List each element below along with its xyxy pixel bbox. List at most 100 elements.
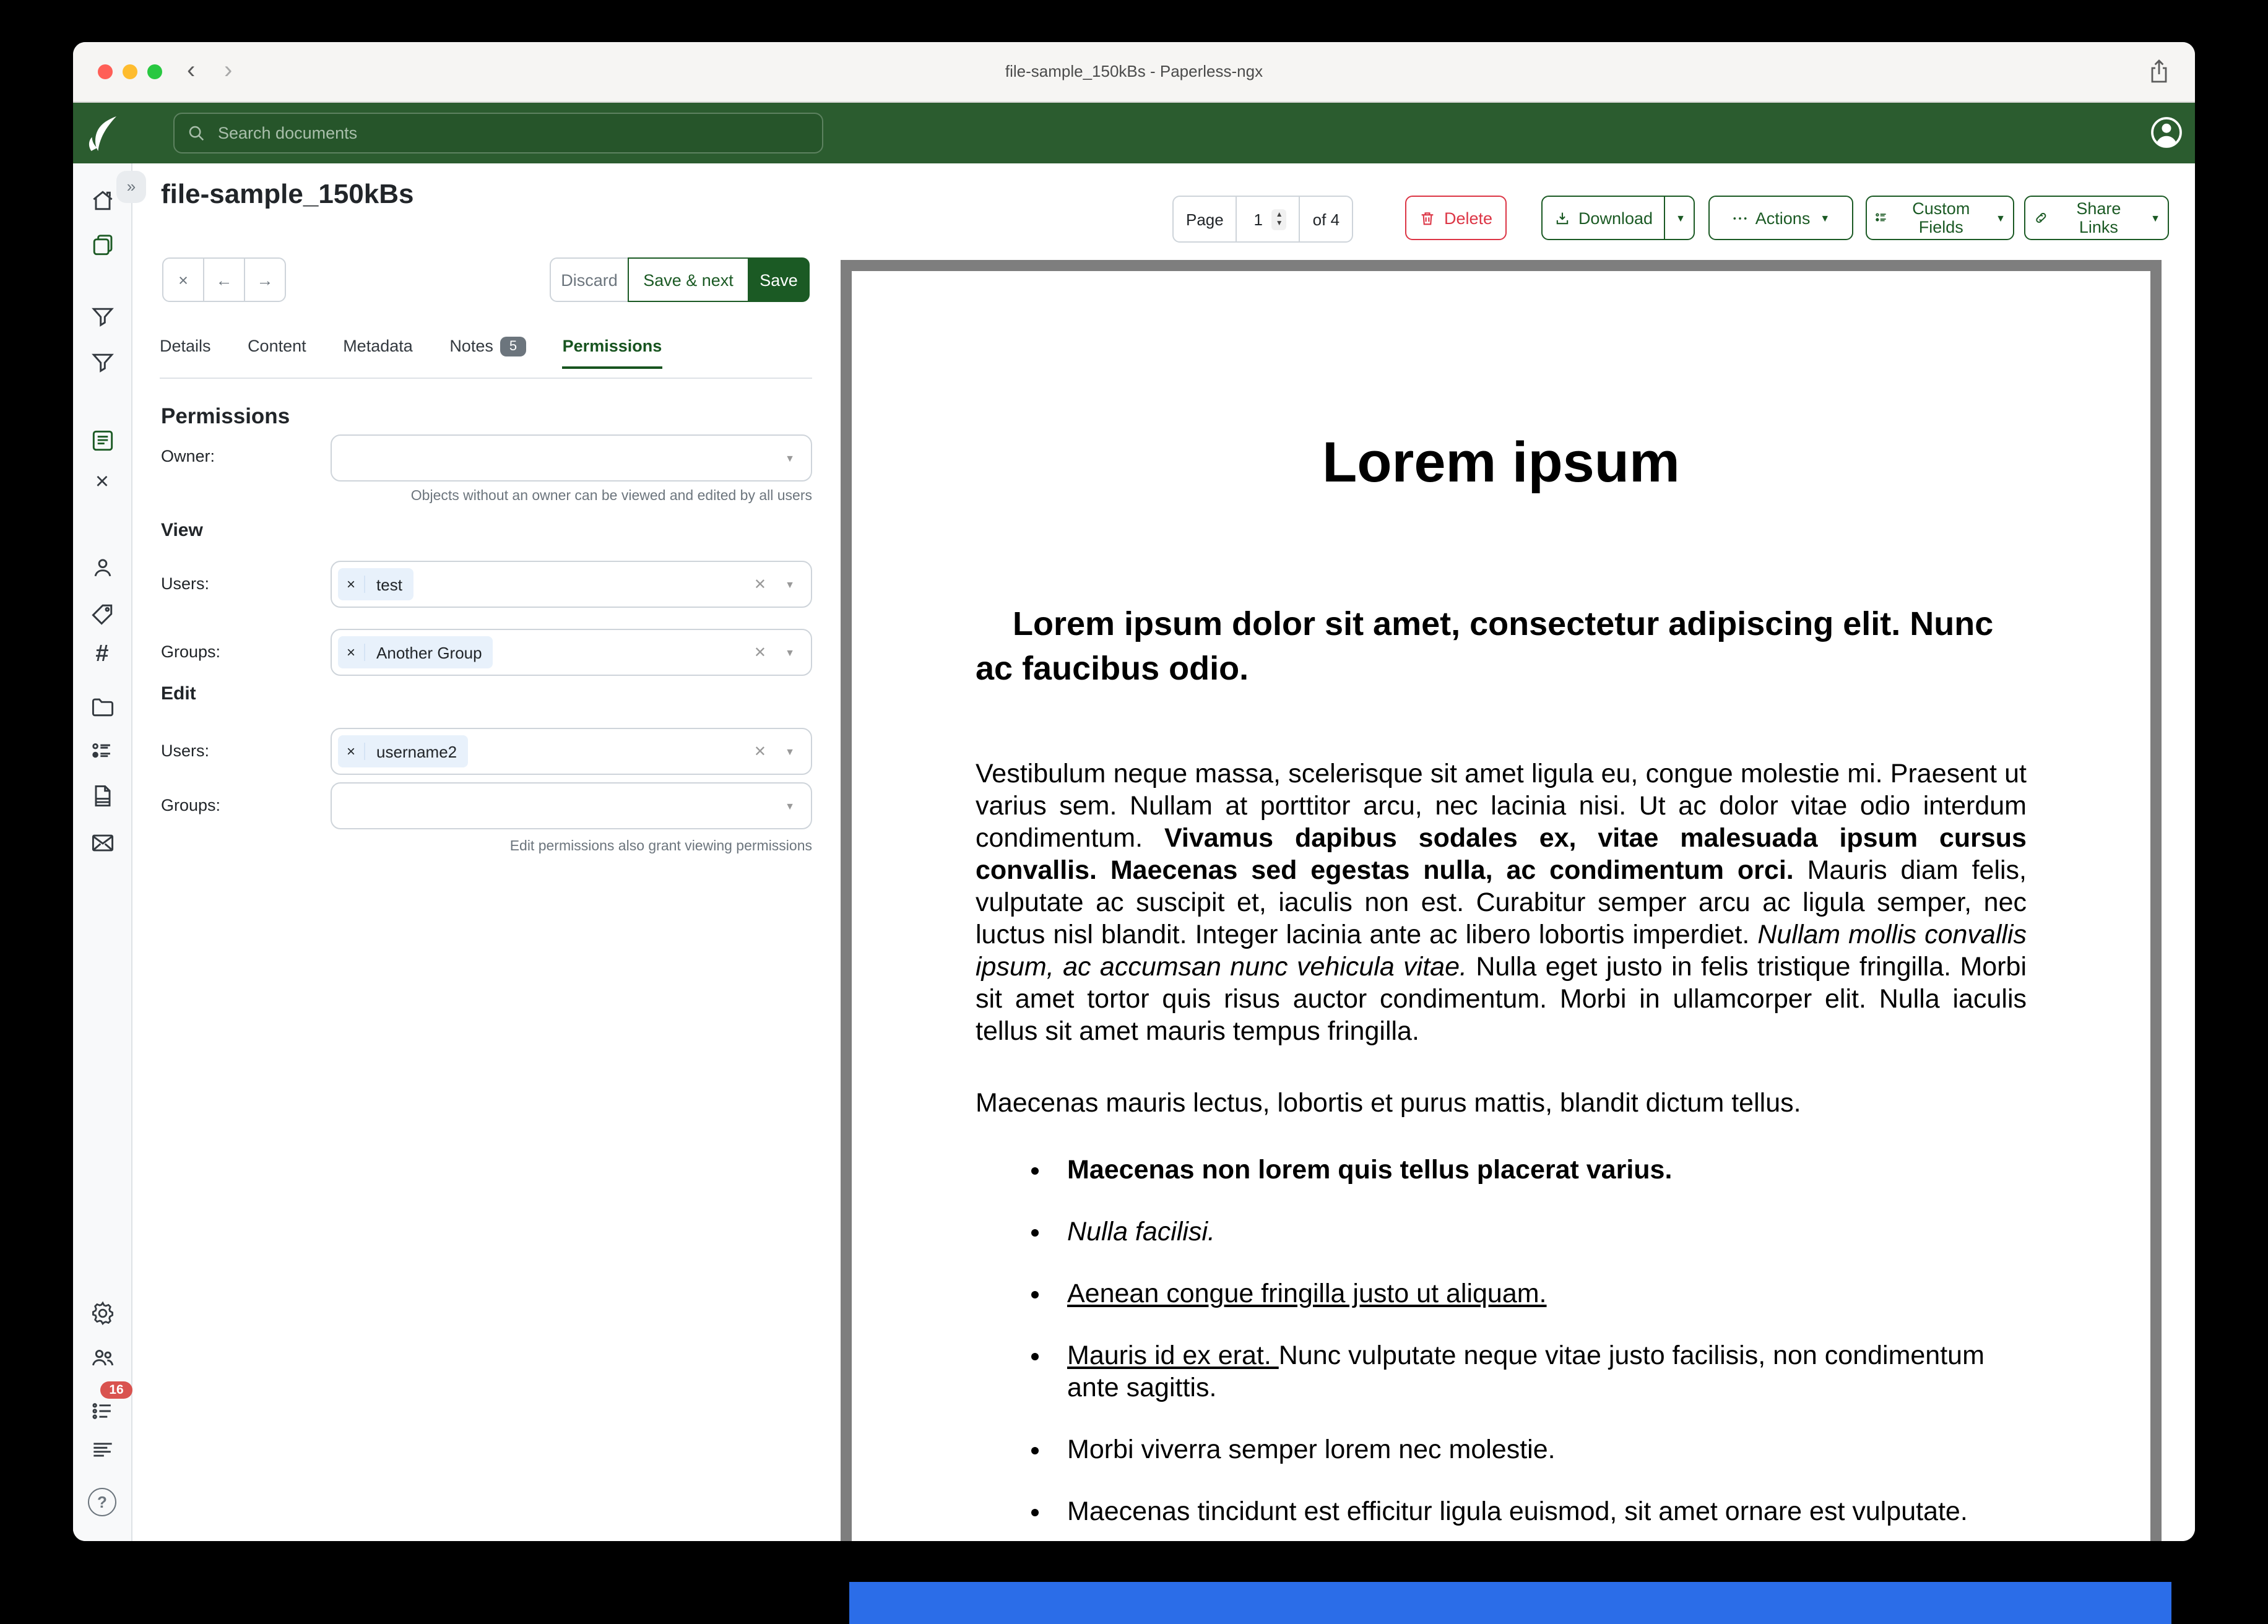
- chip-remove-icon[interactable]: ×: [338, 743, 365, 760]
- view-section-heading: View: [161, 520, 203, 541]
- page-label: Page: [1174, 197, 1236, 241]
- tab-metadata[interactable]: Metadata: [343, 337, 413, 366]
- selected-user-chip: × username2: [338, 735, 468, 767]
- document-nav-group: × ← →: [162, 257, 286, 302]
- ellipsis-icon: [1732, 210, 1748, 226]
- caret-down-icon[interactable]: ▼: [785, 647, 795, 658]
- user-menu-caret-icon[interactable]: ▼: [2194, 127, 2195, 139]
- chip-remove-icon[interactable]: ×: [338, 576, 365, 593]
- main-content: × #: [73, 163, 2195, 1541]
- caret-down-icon: ▼: [2150, 212, 2160, 223]
- download-button[interactable]: Download: [1541, 196, 1665, 240]
- caret-down-icon[interactable]: ▼: [785, 746, 795, 757]
- correspondents-icon[interactable]: [89, 555, 116, 582]
- view-groups-select[interactable]: × Another Group ✕ ▼: [331, 629, 812, 676]
- users-groups-icon[interactable]: [89, 1344, 116, 1371]
- custom-fields-button[interactable]: Custom Fields▼: [1866, 196, 2014, 240]
- help-icon[interactable]: ?: [73, 1488, 131, 1516]
- chip-remove-icon[interactable]: ×: [338, 644, 365, 661]
- view-users-label: Users:: [161, 574, 209, 593]
- fields-list-icon: [1874, 209, 1889, 227]
- mail-icon[interactable]: [89, 829, 116, 857]
- caret-down-icon[interactable]: ▼: [785, 800, 795, 811]
- actions-button[interactable]: Actions▼: [1708, 196, 1853, 240]
- tab-content[interactable]: Content: [248, 337, 306, 366]
- tab-permissions[interactable]: Permissions: [563, 337, 662, 369]
- caret-down-icon: ▼: [1820, 212, 1830, 223]
- next-document-button[interactable]: →: [244, 257, 286, 302]
- edit-users-select[interactable]: × username2 ✕ ▼: [331, 728, 812, 775]
- tasks-icon[interactable]: [89, 1397, 116, 1425]
- stepper-up-icon[interactable]: ▲: [1276, 211, 1283, 218]
- view-groups-label: Groups:: [161, 642, 220, 661]
- tab-notes[interactable]: Notes5: [449, 337, 526, 369]
- document-paragraph: Maecenas mauris lectus, lobortis et puru…: [976, 1087, 2027, 1119]
- download-icon: [1554, 209, 1571, 227]
- list-item: Maecenas non lorem quis tellus placerat …: [1055, 1154, 2027, 1186]
- list-item: Maecenas tincidunt est efficitur ligula …: [1055, 1495, 2027, 1527]
- clear-icon[interactable]: ✕: [754, 576, 766, 593]
- logs-icon[interactable]: [89, 1436, 116, 1463]
- edit-help-text: Edit permissions also grant viewing perm…: [331, 839, 812, 854]
- page-navigation-widget: Page ▲ ▼ of 4: [1172, 196, 1353, 243]
- caret-down-icon[interactable]: ▼: [785, 579, 795, 590]
- page-number-input[interactable]: [1250, 210, 1267, 228]
- app-header: ▼: [73, 103, 2195, 163]
- document-tabs: Details Content Metadata Notes5 Permissi…: [160, 337, 812, 379]
- document-types-icon[interactable]: #: [73, 641, 131, 668]
- storage-paths-icon[interactable]: [89, 693, 116, 720]
- view-users-select[interactable]: × test ✕ ▼: [331, 561, 812, 608]
- app-window: ‹ › file-sample_150kBs - Paperless-ngx: [73, 42, 2195, 1541]
- clear-icon[interactable]: ✕: [754, 743, 766, 760]
- templates-icon[interactable]: [89, 782, 116, 810]
- paperless-logo-icon[interactable]: [84, 113, 124, 152]
- search-input[interactable]: [215, 123, 810, 144]
- list-item: Mauris id ex erat. Nunc vulputate neque …: [1055, 1339, 2027, 1404]
- sidebar-expand-button[interactable]: »: [116, 171, 146, 203]
- close-editor-button[interactable]: ×: [162, 257, 204, 302]
- share-links-button[interactable]: Share Links▼: [2024, 196, 2169, 240]
- share-icon[interactable]: [2148, 59, 2170, 84]
- edit-groups-select[interactable]: ▼: [331, 782, 812, 829]
- previous-document-button[interactable]: ←: [203, 257, 245, 302]
- owner-help-text: Objects without an owner can be viewed a…: [331, 489, 812, 504]
- save-group: Discard Save & next Save: [550, 257, 810, 302]
- list-item: Morbi viverra semper lorem nec molestie.: [1055, 1433, 2027, 1466]
- stepper-down-icon[interactable]: ▼: [1276, 220, 1283, 227]
- page-title: file-sample_150kBs: [161, 178, 413, 210]
- edit-section-heading: Edit: [161, 683, 196, 704]
- document-heading-1: Lorem ipsum: [976, 428, 2027, 495]
- background-window-strip: [849, 1582, 2171, 1624]
- search-bar: [173, 113, 823, 153]
- clear-icon[interactable]: ✕: [754, 644, 766, 661]
- owner-label: Owner:: [161, 447, 215, 465]
- custom-fields-icon[interactable]: [89, 738, 116, 765]
- open-document-icon[interactable]: [89, 427, 116, 454]
- home-icon[interactable]: [89, 187, 116, 214]
- tags-icon[interactable]: [89, 600, 116, 628]
- pdf-preview-frame[interactable]: Lorem ipsum Lorem ipsum dolor sit amet, …: [841, 260, 2162, 1541]
- trash-icon: [1419, 209, 1437, 227]
- window-title: file-sample_150kBs - Paperless-ngx: [73, 42, 2195, 102]
- filter-icon[interactable]: [89, 349, 116, 376]
- save-next-button[interactable]: Save & next: [628, 257, 749, 302]
- saved-views-icon[interactable]: [89, 303, 116, 330]
- edit-groups-label: Groups:: [161, 796, 220, 814]
- save-button[interactable]: Save: [748, 257, 810, 302]
- user-avatar-icon[interactable]: [2148, 114, 2185, 151]
- settings-icon[interactable]: [89, 1300, 116, 1327]
- caret-down-icon[interactable]: ▼: [785, 452, 795, 464]
- delete-button[interactable]: Delete: [1405, 196, 1507, 240]
- discard-button[interactable]: Discard: [550, 257, 629, 302]
- permissions-heading: Permissions: [161, 404, 290, 430]
- page-stepper[interactable]: ▲ ▼: [1272, 209, 1287, 230]
- list-item: Aenean congue fringilla justo ut aliquam…: [1055, 1277, 2027, 1310]
- documents-icon[interactable]: [89, 231, 116, 259]
- caret-down-icon: ▼: [1996, 212, 2006, 223]
- close-document-icon[interactable]: ×: [73, 469, 131, 496]
- notes-count-badge: 5: [501, 337, 526, 356]
- list-item: Nulla facilisi.: [1055, 1216, 2027, 1248]
- download-options-button[interactable]: ▼: [1664, 196, 1695, 240]
- tab-details[interactable]: Details: [160, 337, 211, 366]
- owner-select[interactable]: ▼: [331, 434, 812, 482]
